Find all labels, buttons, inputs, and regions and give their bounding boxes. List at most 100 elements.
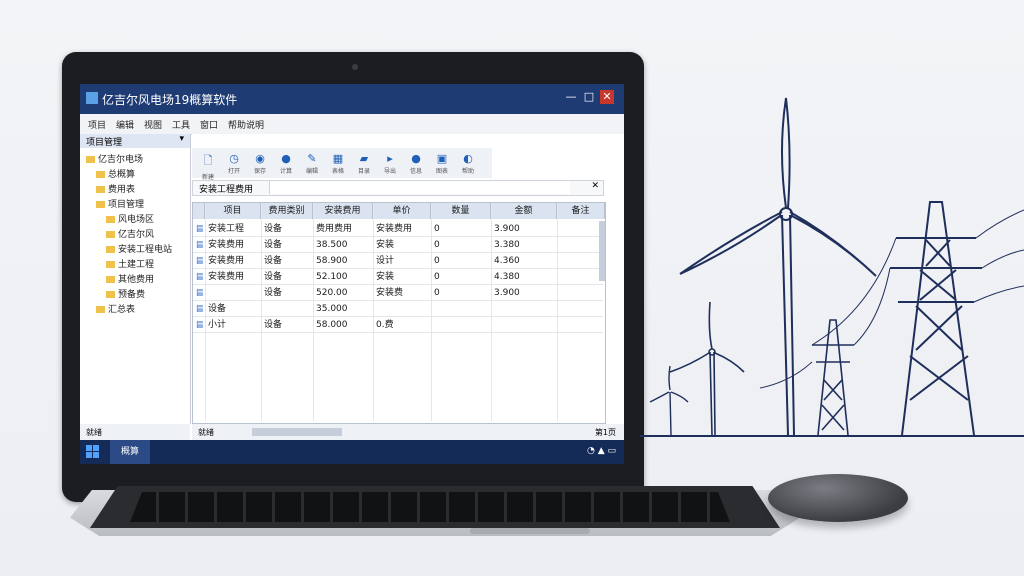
- table-cell[interactable]: 0: [434, 237, 489, 253]
- menu-edit[interactable]: 编辑: [116, 118, 134, 131]
- table-cell[interactable]: [560, 253, 603, 269]
- column-header[interactable]: 数量: [431, 203, 491, 219]
- tree-item[interactable]: 其他费用: [106, 272, 154, 285]
- table-cell[interactable]: 0: [434, 221, 489, 237]
- info-button[interactable]: ● 信息: [406, 152, 426, 175]
- tree-item[interactable]: 土建工程: [106, 257, 154, 270]
- tree-item[interactable]: 费用表: [96, 182, 135, 195]
- horizontal-scrollbar[interactable]: [252, 428, 342, 436]
- row-icon[interactable]: ▤: [196, 221, 203, 237]
- minimize-button[interactable]: —: [564, 90, 578, 104]
- table-cell[interactable]: [494, 317, 555, 333]
- menu-project[interactable]: 项目: [88, 118, 106, 131]
- table-cell[interactable]: [264, 301, 311, 317]
- table-cell[interactable]: 安装: [376, 269, 429, 285]
- table-cell[interactable]: [560, 237, 603, 253]
- table-cell[interactable]: [560, 317, 603, 333]
- table-cell[interactable]: 设备: [264, 237, 311, 253]
- menu-help[interactable]: 帮助说明: [228, 118, 264, 131]
- row-icon[interactable]: ▤: [196, 301, 203, 317]
- table-cell[interactable]: 4.360: [494, 253, 555, 269]
- table-cell[interactable]: [434, 301, 489, 317]
- save-button[interactable]: ◉ 保存: [250, 152, 270, 175]
- column-header[interactable]: 项目: [205, 203, 261, 219]
- column-header[interactable]: 费用类别: [261, 203, 313, 219]
- image-button[interactable]: ▣ 图表: [432, 152, 452, 175]
- table-cell[interactable]: [376, 301, 429, 317]
- table-cell[interactable]: 3.380: [494, 237, 555, 253]
- column-header[interactable]: 备注: [557, 203, 605, 219]
- folder-button[interactable]: ▰ 目录: [354, 152, 374, 175]
- row-icon[interactable]: ▤: [196, 269, 203, 285]
- table-cell[interactable]: [494, 301, 555, 317]
- table-cell[interactable]: 35.000: [316, 301, 371, 317]
- table-cell[interactable]: 3.900: [494, 285, 555, 301]
- search-input[interactable]: [269, 181, 570, 194]
- table-cell[interactable]: 设备: [264, 285, 311, 301]
- table-cell[interactable]: 安装费: [376, 285, 429, 301]
- arrow-button[interactable]: ▸ 导出: [380, 152, 400, 175]
- table-cell[interactable]: 设备: [264, 317, 311, 333]
- table-cell[interactable]: 0: [434, 269, 489, 285]
- windows-start-icon[interactable]: [86, 445, 100, 459]
- table-cell[interactable]: 设备: [264, 253, 311, 269]
- table-cell[interactable]: [208, 285, 259, 301]
- table-cell[interactable]: 0.费: [376, 317, 429, 333]
- table-cell[interactable]: 安装费用: [208, 269, 259, 285]
- table-cell[interactable]: 38.500: [316, 237, 371, 253]
- tree-item[interactable]: 汇总表: [96, 302, 135, 315]
- table-cell[interactable]: 4.380: [494, 269, 555, 285]
- table-cell[interactable]: [560, 221, 603, 237]
- table-cell[interactable]: 58.000: [316, 317, 371, 333]
- table-cell[interactable]: [434, 317, 489, 333]
- table-cell[interactable]: 设计: [376, 253, 429, 269]
- help-button[interactable]: ◐ 帮助: [458, 152, 478, 175]
- table-cell[interactable]: 3.900: [494, 221, 555, 237]
- new-button[interactable]: 🗋 新建: [198, 152, 218, 181]
- table-cell[interactable]: 0: [434, 285, 489, 301]
- tree-item[interactable]: 安装工程电站: [106, 242, 172, 255]
- tree-item[interactable]: 风电场区: [106, 212, 154, 225]
- column-header[interactable]: 金额: [491, 203, 557, 219]
- table-cell[interactable]: [560, 285, 603, 301]
- column-header[interactable]: [193, 203, 205, 219]
- row-icon[interactable]: ▤: [196, 285, 203, 301]
- menu-tools[interactable]: 工具: [172, 118, 190, 131]
- table-cell[interactable]: 设备: [264, 269, 311, 285]
- table-cell[interactable]: [560, 301, 603, 317]
- table-cell[interactable]: 58.900: [316, 253, 371, 269]
- tree-item[interactable]: 亿吉尔电场: [86, 152, 143, 165]
- menu-window[interactable]: 窗口: [200, 118, 218, 131]
- table-cell[interactable]: [560, 269, 603, 285]
- tree-item[interactable]: 预备费: [106, 287, 145, 300]
- row-icon[interactable]: ▤: [196, 237, 203, 253]
- table-cell[interactable]: 安装费用: [208, 237, 259, 253]
- close-icon[interactable]: ✕: [591, 181, 599, 191]
- tree-item[interactable]: 亿吉尔风: [106, 227, 154, 240]
- vertical-scrollbar[interactable]: [599, 221, 605, 281]
- table-cell[interactable]: 安装工程: [208, 221, 259, 237]
- menu-view[interactable]: 视图: [144, 118, 162, 131]
- table-cell[interactable]: 设备: [264, 221, 311, 237]
- maximize-button[interactable]: □: [582, 90, 596, 104]
- tree-item[interactable]: 项目管理: [96, 197, 144, 210]
- table-cell[interactable]: 费用费用: [316, 221, 371, 237]
- table-cell[interactable]: 安装费用: [376, 221, 429, 237]
- open-button[interactable]: ◷ 打开: [224, 152, 244, 175]
- column-header[interactable]: 单价: [373, 203, 431, 219]
- table-cell[interactable]: 0: [434, 253, 489, 269]
- tree-item[interactable]: 总概算: [96, 167, 135, 180]
- edit-button[interactable]: ✎ 编辑: [302, 152, 322, 175]
- table-cell[interactable]: 小计: [208, 317, 259, 333]
- table-cell[interactable]: 安装: [376, 237, 429, 253]
- row-icon[interactable]: ▤: [196, 317, 203, 333]
- chevron-down-icon[interactable]: ▾: [179, 134, 184, 144]
- close-button[interactable]: ✕: [600, 90, 614, 104]
- table-cell[interactable]: 52.100: [316, 269, 371, 285]
- table-cell[interactable]: 安装费用: [208, 253, 259, 269]
- column-header[interactable]: 安装费用: [313, 203, 373, 219]
- calc-button[interactable]: ● 计算: [276, 152, 296, 175]
- table-button[interactable]: ▦ 表格: [328, 152, 348, 175]
- table-cell[interactable]: 520.00: [316, 285, 371, 301]
- table-cell[interactable]: 设备: [208, 301, 259, 317]
